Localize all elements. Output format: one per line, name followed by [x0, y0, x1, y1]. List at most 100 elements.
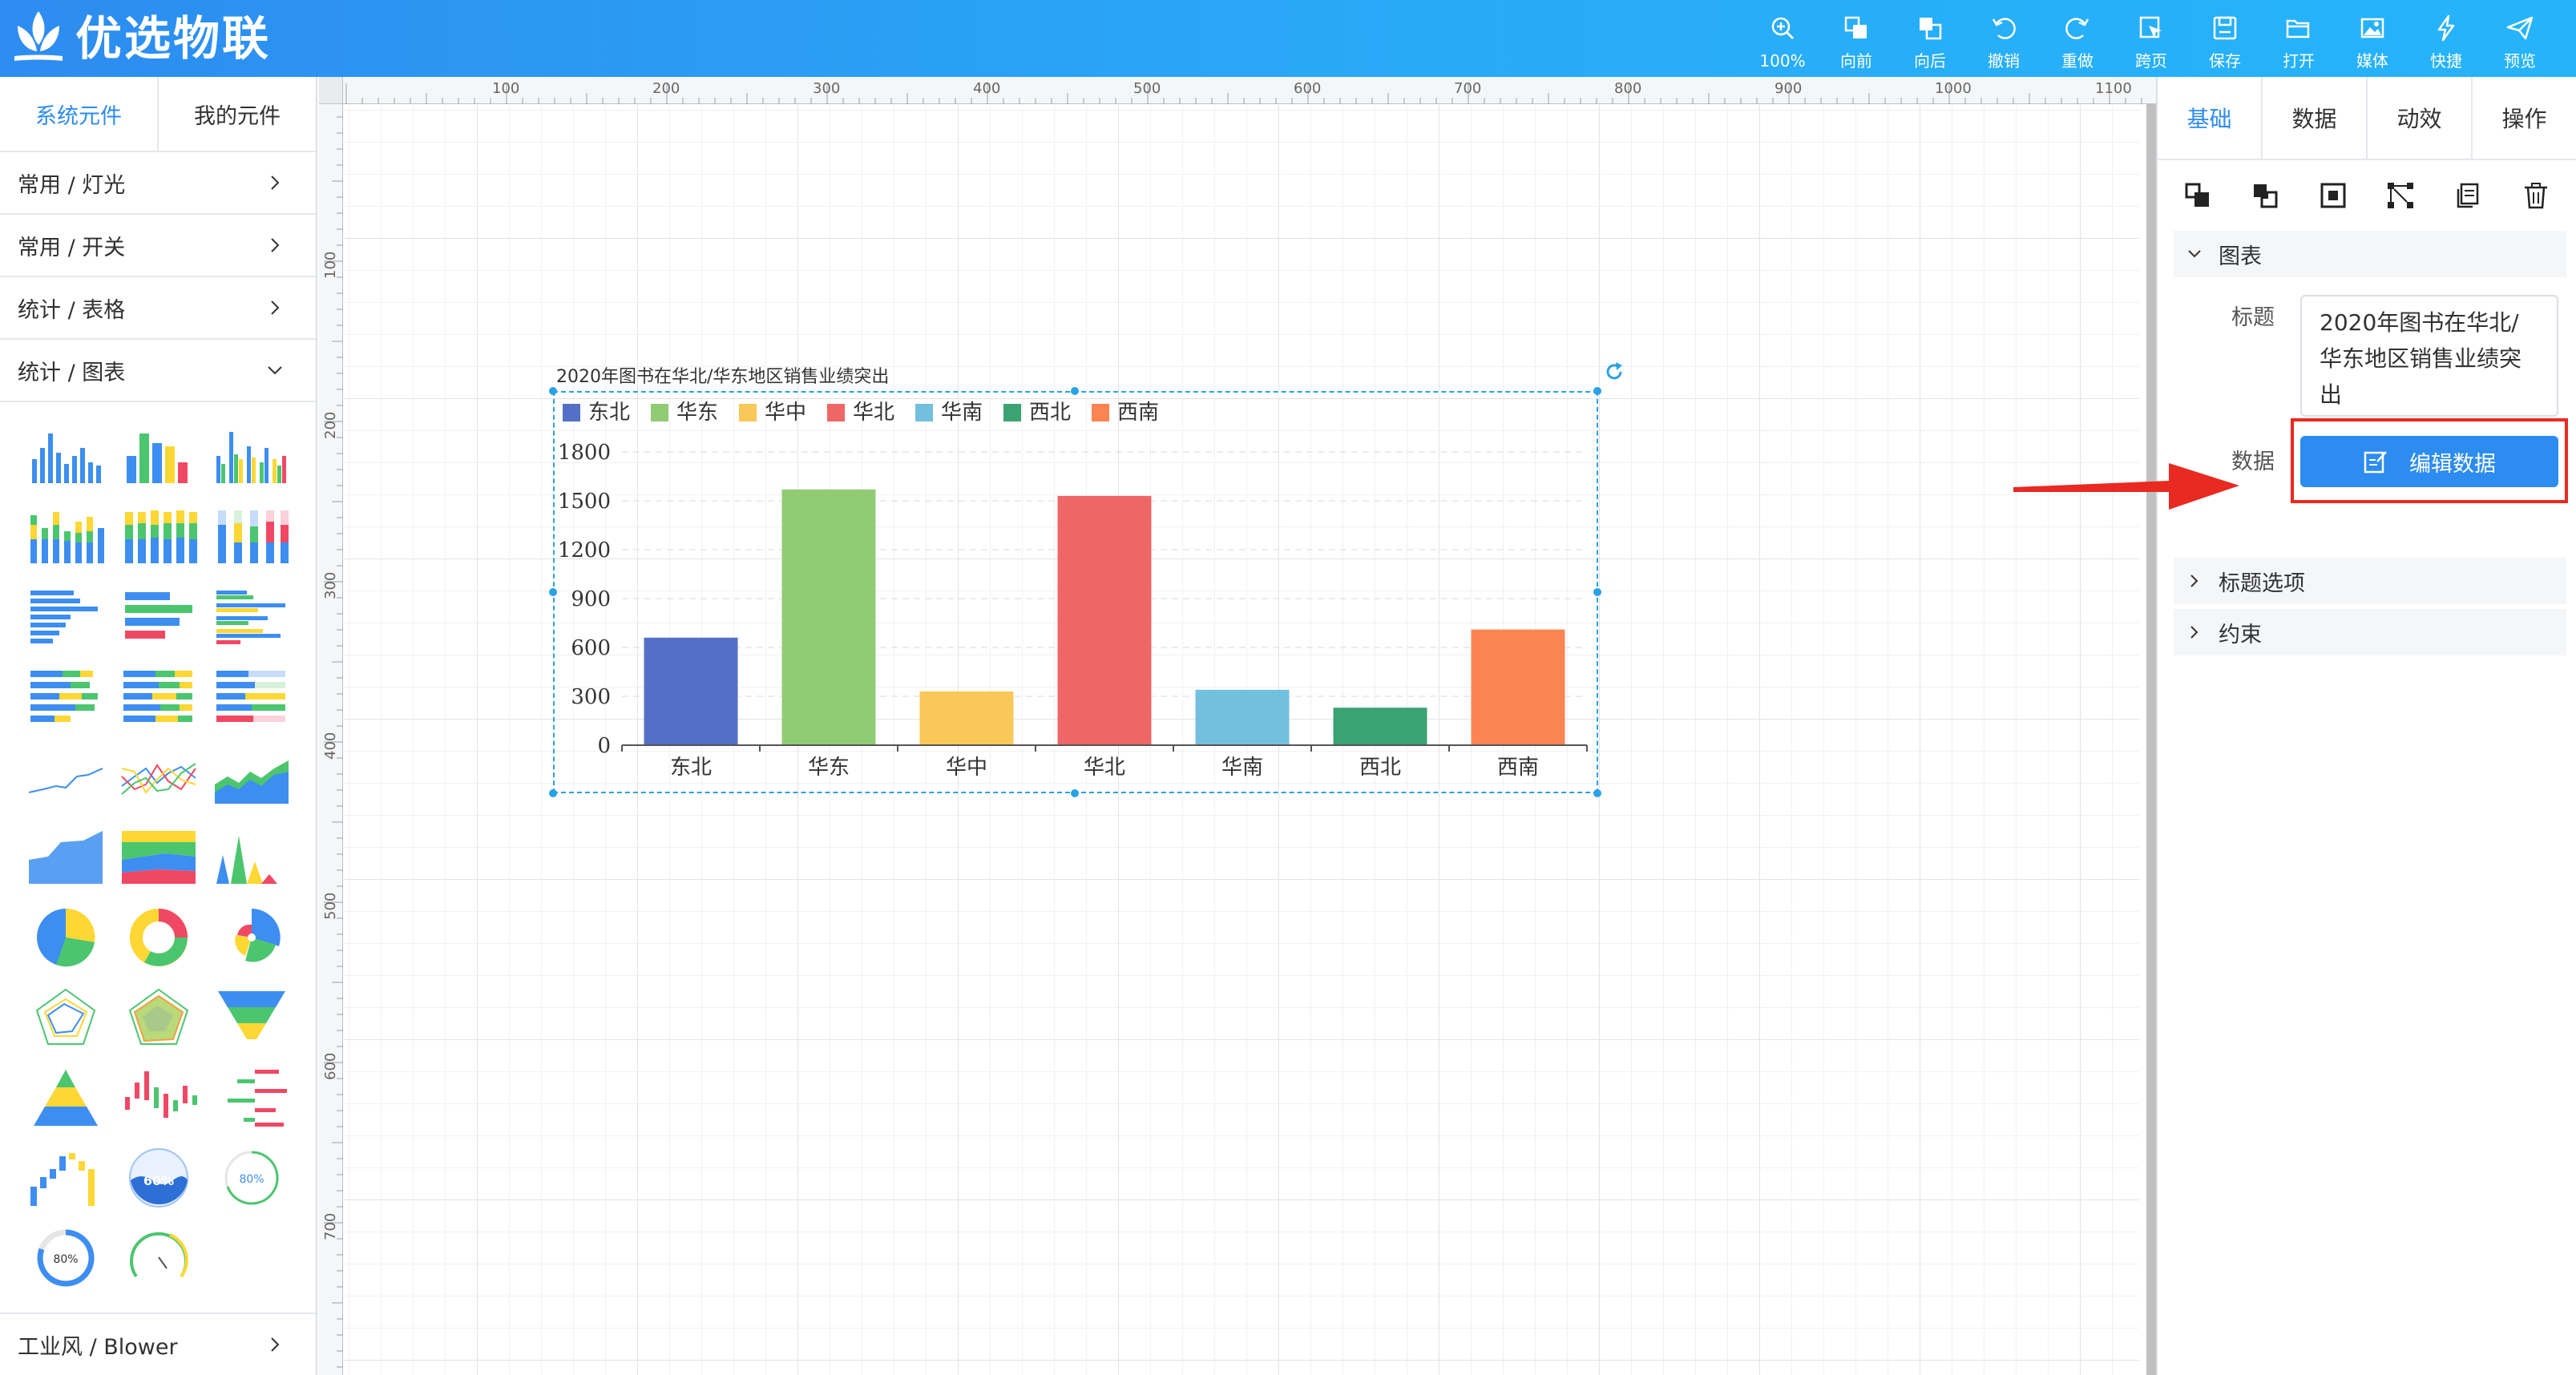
component-thumbnail[interactable]	[205, 577, 298, 657]
component-tabs: 系统元件 我的元件	[0, 77, 316, 152]
section-title-options[interactable]: 标题选项	[2174, 558, 2566, 604]
line-chart-icon	[28, 768, 103, 793]
bring-forward-icon[interactable]	[2183, 181, 2212, 210]
rotate-icon[interactable]	[1603, 361, 1625, 383]
lightning-icon	[2437, 14, 2455, 42]
area-chart-icon	[29, 831, 103, 884]
tab-action[interactable]: 操作	[2473, 77, 2576, 159]
trash-icon[interactable]	[2521, 181, 2550, 210]
save-button[interactable]: 保存	[2188, 11, 2262, 71]
component-thumbnail[interactable]	[112, 417, 205, 497]
component-thumbnail[interactable]	[205, 817, 298, 897]
legend-label: 东北	[588, 401, 630, 425]
category-common-lighting[interactable]: 常用 / 灯光	[0, 152, 316, 215]
component-thumbnail[interactable]	[19, 817, 112, 897]
tab-data[interactable]: 数据	[2263, 77, 2368, 159]
filled-radar-chart-icon	[128, 988, 189, 1045]
component-thumbnail[interactable]	[205, 897, 298, 978]
legend-label: 华东	[676, 401, 718, 425]
section-constraints-label: 约束	[2219, 622, 2262, 647]
component-thumbnail[interactable]: 60%	[112, 1138, 205, 1218]
stacked-horizontal-bar-chart-icon	[123, 671, 192, 722]
ruler-horizontal: 100 200 300 400 500 600 700 800 900 1000 1100	[343, 77, 2156, 104]
align-nodes-icon[interactable]	[2386, 181, 2415, 210]
bring-forward-icon	[1844, 16, 1867, 38]
category-common-switch[interactable]: 常用 / 开关	[0, 215, 316, 277]
component-thumbnail[interactable]	[19, 417, 112, 497]
component-thumbnail[interactable]	[19, 897, 112, 978]
frame-select-icon[interactable]	[2319, 181, 2348, 210]
component-thumbnail[interactable]	[112, 897, 205, 978]
category-stats-chart[interactable]: 统计 / 图表	[0, 340, 316, 402]
component-thumbnail[interactable]	[19, 497, 112, 577]
edit-data-button[interactable]: 编辑数据	[2300, 436, 2558, 487]
horizontal-bar-chart-icon	[30, 591, 98, 643]
component-thumbnail[interactable]	[205, 978, 298, 1058]
component-thumbnail[interactable]	[112, 577, 205, 657]
component-thumbnail[interactable]	[112, 1058, 205, 1138]
open-button[interactable]: 打开	[2262, 11, 2336, 71]
zoom-in-icon	[1771, 17, 1795, 40]
component-thumbnail[interactable]	[112, 737, 205, 817]
component-thumbnail[interactable]	[19, 737, 112, 817]
y-tick-label: 1800	[558, 441, 611, 465]
component-thumbnail[interactable]	[112, 817, 205, 897]
section-constraints[interactable]: 约束	[2174, 609, 2566, 655]
component-thumbnail[interactable]: 80%	[205, 1138, 298, 1218]
category-stats-table[interactable]: 统计 / 表格	[0, 277, 316, 340]
category-industrial-blower[interactable]: 工业风 / Blower	[0, 1312, 316, 1375]
ruler-label: 300	[813, 80, 840, 97]
edit-icon	[2364, 451, 2387, 474]
component-thumbnail[interactable]	[205, 417, 298, 497]
shortcut-label: 快捷	[2430, 51, 2462, 71]
ruler-label: 500	[322, 893, 339, 920]
redo-button[interactable]: 重做	[2041, 11, 2114, 71]
bring-forward-button[interactable]: 向前	[1819, 11, 1893, 71]
stacked-horizontal-bar-chart-icon	[30, 671, 98, 722]
media-button[interactable]: 媒体	[2336, 11, 2409, 71]
component-thumbnail[interactable]	[112, 497, 205, 577]
cross-page-icon	[2139, 16, 2162, 38]
component-thumbnail[interactable]	[19, 1138, 112, 1218]
section-chart[interactable]: 图表	[2174, 231, 2566, 277]
component-thumbnail[interactable]	[112, 657, 205, 737]
shortcut-button[interactable]: 快捷	[2409, 11, 2483, 71]
send-backward-button[interactable]: 向后	[1893, 11, 1967, 71]
send-backward-icon[interactable]	[2251, 181, 2279, 210]
circle-progress-icon: 80%	[37, 1229, 95, 1287]
component-thumbnail[interactable]	[19, 657, 112, 737]
chart-component-grid: 60% 80% 80%	[0, 402, 316, 1298]
chart-x-axis: 东北 华东 华中 华北 华南 西北 西南	[621, 744, 1588, 780]
ruler-label: 100	[322, 252, 339, 279]
component-thumbnail[interactable]	[19, 577, 112, 657]
undo-button[interactable]: 撤销	[1967, 11, 2041, 71]
copy-icon[interactable]	[2453, 181, 2482, 210]
title-textarea[interactable]: 2020年图书在华北/华东地区销售业绩突出	[2300, 295, 2558, 417]
section-title-options-label: 标题选项	[2219, 571, 2305, 596]
undo-label: 撤销	[1988, 51, 2020, 71]
component-thumbnail[interactable]	[19, 978, 112, 1058]
tab-my-components[interactable]: 我的元件	[159, 77, 316, 151]
open-label: 打开	[2283, 51, 2315, 71]
tab-animation[interactable]: 动效	[2368, 77, 2473, 159]
component-thumbnail[interactable]	[205, 1058, 298, 1138]
component-thumbnail[interactable]	[112, 978, 205, 1058]
funnel-chart-icon	[218, 991, 285, 1039]
zoom-button[interactable]: 100%	[1746, 11, 1819, 71]
layer-tools	[2158, 160, 2576, 231]
y-tick-label: 0	[597, 734, 611, 758]
component-thumbnail[interactable]	[205, 657, 298, 737]
app-name: 优选物联	[75, 11, 272, 66]
tab-system-components[interactable]: 系统元件	[0, 77, 159, 151]
cross-page-button[interactable]: 跨页	[2114, 11, 2188, 71]
component-thumbnail[interactable]	[19, 1058, 112, 1138]
chart-legend: 东北 华东 华中 华北 华南 西北 西南	[563, 401, 1159, 425]
canvas-vertical-scrollbar[interactable]	[2146, 104, 2156, 1375]
component-thumbnail[interactable]	[205, 497, 298, 577]
component-thumbnail[interactable]: 80%	[19, 1218, 112, 1298]
preview-button[interactable]: 预览	[2483, 11, 2557, 71]
y-tick-label: 300	[571, 685, 611, 709]
component-thumbnail[interactable]	[205, 737, 298, 817]
component-thumbnail[interactable]	[112, 1218, 205, 1298]
tab-basic[interactable]: 基础	[2158, 77, 2263, 159]
